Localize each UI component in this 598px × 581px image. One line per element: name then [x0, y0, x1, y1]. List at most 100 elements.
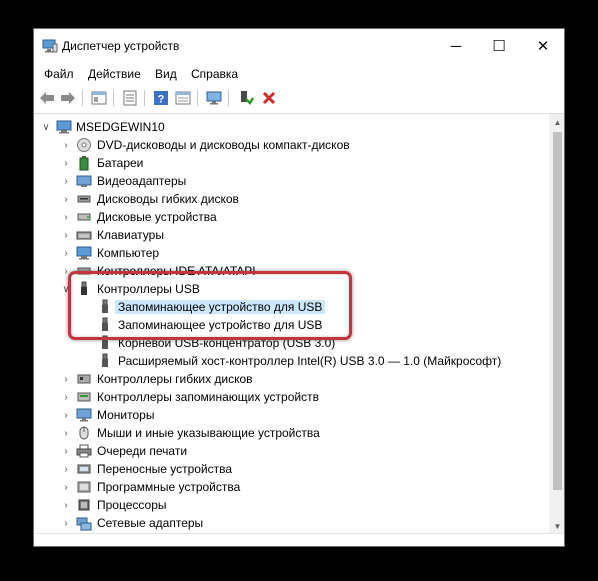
- usb-device-icon: [97, 299, 113, 315]
- computer-icon: [56, 119, 72, 135]
- tree-category[interactable]: › Процессоры: [34, 496, 546, 514]
- usb-controller-icon: [76, 281, 92, 297]
- menu-action[interactable]: Действие: [88, 67, 141, 81]
- uninstall-x-icon[interactable]: [260, 89, 278, 107]
- tree-category[interactable]: › DVD-дисководы и дисководы компакт-диск…: [34, 136, 546, 154]
- tree-category-label: Компьютер: [97, 246, 160, 260]
- menu-file[interactable]: Файл: [44, 67, 74, 81]
- tree-device-usb-hub[interactable]: Корневой USB-концентратор (USB 3.0): [34, 334, 546, 352]
- help-icon[interactable]: ?: [152, 89, 170, 107]
- svg-text:?: ?: [158, 94, 165, 106]
- tree-category-label: Контроллеры IDE ATA/ATAPI: [97, 264, 256, 278]
- toolbar-separator: [144, 90, 145, 106]
- tree-category[interactable]: › Сетевые адаптеры: [34, 514, 546, 532]
- tree-category-label: Контроллеры USB: [97, 282, 200, 296]
- tree-category[interactable]: › Очереди печати: [34, 442, 546, 460]
- scrollbar-thumb[interactable]: [553, 132, 562, 490]
- tree-category-label: Дисководы гибких дисков: [97, 192, 239, 206]
- tree-category[interactable]: › Дисковые устройства: [34, 208, 546, 226]
- floppy-drive-icon: [76, 191, 92, 207]
- usb-device-icon: [97, 317, 113, 333]
- chevron-right-icon[interactable]: ›: [60, 498, 72, 512]
- chevron-right-icon[interactable]: ›: [60, 192, 72, 206]
- usb-device-icon: [97, 353, 113, 369]
- tree-device-usb-storage[interactable]: Запоминающее устройство для USB: [34, 298, 546, 316]
- chevron-right-icon[interactable]: ›: [60, 228, 72, 242]
- chevron-right-icon[interactable]: ›: [60, 426, 72, 440]
- tree-device-label: Расширяемый хост-контроллер Intel(R) USB…: [118, 354, 502, 368]
- toolbar-separator: [228, 90, 229, 106]
- menu-view[interactable]: Вид: [155, 67, 177, 81]
- chevron-right-icon[interactable]: ›: [60, 210, 72, 224]
- toolbar: ?: [34, 85, 564, 111]
- tree-category-usb[interactable]: ∨ Контроллеры USB: [34, 280, 546, 298]
- scroll-down-icon[interactable]: ▼: [549, 518, 564, 534]
- title-bar[interactable]: Диспетчер устройств ─ ☐ ✕: [34, 29, 564, 63]
- tree-category[interactable]: › Переносные устройства: [34, 460, 546, 478]
- tree-device-usb-host[interactable]: Расширяемый хост-контроллер Intel(R) USB…: [34, 352, 546, 370]
- tree-device-usb-storage[interactable]: Запоминающее устройство для USB: [34, 316, 546, 334]
- printer-icon: [76, 443, 92, 459]
- device-tree-panel: ∨ MSEDGEWIN10 › DVD-дисководы и дисковод…: [34, 113, 564, 534]
- minimize-button[interactable]: ─: [434, 29, 478, 63]
- chevron-right-icon[interactable]: ›: [60, 408, 72, 422]
- tree-category[interactable]: › Компьютер: [34, 244, 546, 262]
- back-arrow-icon[interactable]: [38, 89, 56, 107]
- forward-arrow-icon[interactable]: [59, 89, 77, 107]
- disk-drive-icon: [76, 209, 92, 225]
- device-tree: ∨ MSEDGEWIN10 › DVD-дисководы и дисковод…: [34, 114, 546, 534]
- enable-device-icon[interactable]: [237, 89, 255, 107]
- chevron-right-icon[interactable]: ›: [60, 516, 72, 530]
- keyboard-icon: [76, 227, 92, 243]
- tree-category[interactable]: › Мониторы: [34, 406, 546, 424]
- scroll-up-icon[interactable]: ▲: [549, 114, 564, 130]
- ide-controller-icon: [76, 263, 92, 279]
- processor-icon: [76, 497, 92, 513]
- tree-category-label: Контроллеры запоминающих устройств: [97, 390, 319, 404]
- window-title: Диспетчер устройств: [62, 39, 180, 53]
- view-panel-icon[interactable]: [174, 89, 192, 107]
- chevron-right-icon[interactable]: ›: [60, 444, 72, 458]
- chevron-down-icon[interactable]: ∨: [40, 120, 52, 134]
- chevron-right-icon[interactable]: ›: [60, 372, 72, 386]
- network-adapter-icon: [76, 515, 92, 531]
- vertical-scrollbar[interactable]: ▲ ▼: [549, 114, 564, 534]
- chevron-right-icon[interactable]: ›: [60, 174, 72, 188]
- device-manager-app-icon: [42, 39, 58, 53]
- close-button[interactable]: ✕: [521, 29, 564, 63]
- tree-category[interactable]: › Контроллеры запоминающих устройств: [34, 388, 546, 406]
- maximize-button[interactable]: ☐: [477, 29, 521, 63]
- tree-root-label: MSEDGEWIN10: [76, 120, 165, 134]
- tree-category[interactable]: › Мыши и иные указывающие устройства: [34, 424, 546, 442]
- chevron-right-icon[interactable]: ›: [60, 156, 72, 170]
- tree-category[interactable]: › Программные устройства: [34, 478, 546, 496]
- properties-window-icon[interactable]: [90, 89, 108, 107]
- chevron-right-icon[interactable]: ›: [60, 480, 72, 494]
- storage-controller-icon: [76, 389, 92, 405]
- mouse-icon: [76, 425, 92, 441]
- device-list-icon[interactable]: [121, 89, 139, 107]
- chevron-right-icon[interactable]: ›: [60, 462, 72, 476]
- tree-category-label: Сетевые адаптеры: [97, 516, 204, 530]
- dvd-drive-icon: [76, 137, 92, 153]
- chevron-right-icon[interactable]: ›: [60, 138, 72, 152]
- tree-category[interactable]: › Дисководы гибких дисков: [34, 190, 546, 208]
- tree-category-label: Очереди печати: [97, 444, 188, 458]
- battery-icon: [76, 155, 92, 171]
- monitor-scan-icon[interactable]: [205, 89, 223, 107]
- tree-category[interactable]: › Контроллеры гибких дисков: [34, 370, 546, 388]
- menu-help[interactable]: Справка: [191, 67, 238, 81]
- tree-category[interactable]: › Батареи: [34, 154, 546, 172]
- chevron-right-icon[interactable]: ›: [60, 390, 72, 404]
- tree-category[interactable]: › Видеоадаптеры: [34, 172, 546, 190]
- tree-category[interactable]: › Контроллеры IDE ATA/ATAPI: [34, 262, 546, 280]
- chevron-down-icon[interactable]: ∨: [60, 282, 72, 296]
- tree-root[interactable]: ∨ MSEDGEWIN10: [34, 118, 546, 136]
- tree-category-label: Дисковые устройства: [97, 210, 217, 224]
- chevron-right-icon[interactable]: ›: [60, 264, 72, 278]
- device-manager-window: Диспетчер устройств ─ ☐ ✕ Файл Действие …: [33, 28, 565, 547]
- tree-device-label: Запоминающее устройство для USB: [115, 300, 326, 314]
- toolbar-separator: [113, 90, 114, 106]
- chevron-right-icon[interactable]: ›: [60, 246, 72, 260]
- tree-category[interactable]: › Клавиатуры: [34, 226, 546, 244]
